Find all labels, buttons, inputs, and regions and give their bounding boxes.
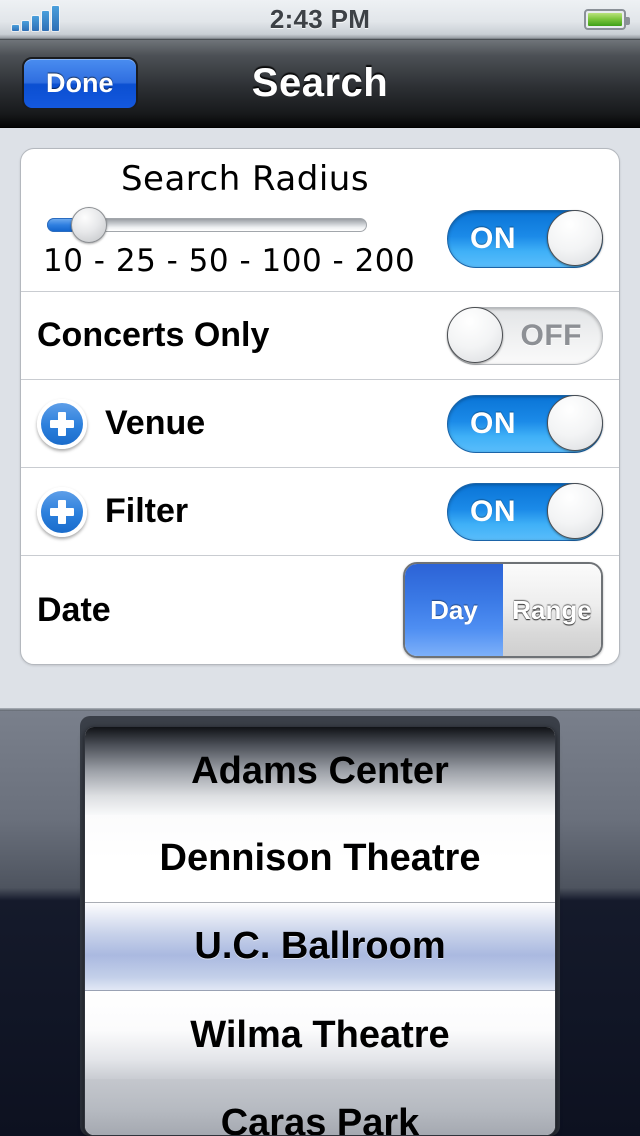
picker-item[interactable]: Adams Center <box>85 727 555 815</box>
toggle-label: ON <box>470 406 516 440</box>
picker-item-selected[interactable]: U.C. Ballroom <box>85 903 555 991</box>
venue-picker-area: Adams Center Dennison Theatre U.C. Ballr… <box>0 708 640 1136</box>
toggle-filter[interactable]: ON <box>447 482 603 541</box>
row-date: Date Day Range <box>21 556 619 664</box>
plus-icon[interactable] <box>37 398 87 449</box>
toggle-search-radius[interactable]: ON <box>447 210 603 268</box>
row-label-concerts-only: Concerts Only <box>37 316 270 354</box>
status-bar: 2:43 PM <box>0 0 640 40</box>
toggle-knob <box>547 210 603 266</box>
picker-item[interactable]: Dennison Theatre <box>85 815 555 903</box>
row-concerts-only: Concerts Only OFF <box>21 292 619 380</box>
toggle-label: OFF <box>520 318 582 352</box>
toggle-label: ON <box>470 222 516 255</box>
row-label-venue: Venue <box>105 404 206 442</box>
row-filter: Filter ON <box>21 468 619 556</box>
toggle-knob <box>447 306 503 363</box>
toggle-venue[interactable]: ON <box>447 394 603 453</box>
row-venue: Venue ON <box>21 380 619 468</box>
page-title: Search <box>251 61 389 105</box>
toggle-knob <box>547 394 603 451</box>
settings-content: Search Radius 10 - 25 - 50 - 100 - 200 O… <box>0 128 640 708</box>
row-search-radius: Search Radius 10 - 25 - 50 - 100 - 200 O… <box>21 149 619 292</box>
search-radius-scale-label: 10 - 25 - 50 - 100 - 200 <box>43 243 416 279</box>
settings-card: Search Radius 10 - 25 - 50 - 100 - 200 O… <box>20 148 620 665</box>
row-label-date: Date <box>37 590 111 629</box>
segmented-control-date[interactable]: Day Range <box>403 562 603 658</box>
slider-thumb[interactable] <box>70 207 107 243</box>
status-time: 2:43 PM <box>269 4 371 34</box>
plus-icon[interactable] <box>37 486 87 537</box>
toggle-concerts-only[interactable]: OFF <box>447 306 603 365</box>
picker-item[interactable]: Wilma Theatre <box>85 991 555 1079</box>
search-radius-title: Search Radius <box>120 159 370 199</box>
toggle-knob <box>547 482 603 539</box>
row-label-filter: Filter <box>105 492 189 530</box>
battery-full-icon <box>584 9 630 30</box>
navigation-bar: Done Search <box>0 40 640 128</box>
toggle-label: ON <box>470 494 516 528</box>
picker-item[interactable]: Caras Park <box>85 1079 555 1135</box>
venue-picker-wheel[interactable]: Adams Center Dennison Theatre U.C. Ballr… <box>84 726 556 1136</box>
segment-day[interactable]: Day <box>405 564 503 656</box>
segment-range[interactable]: Range <box>503 564 601 656</box>
search-radius-slider[interactable] <box>47 207 367 243</box>
phone-screen: 2:43 PM Done Search Search Radius 10 - 2… <box>0 0 640 1136</box>
